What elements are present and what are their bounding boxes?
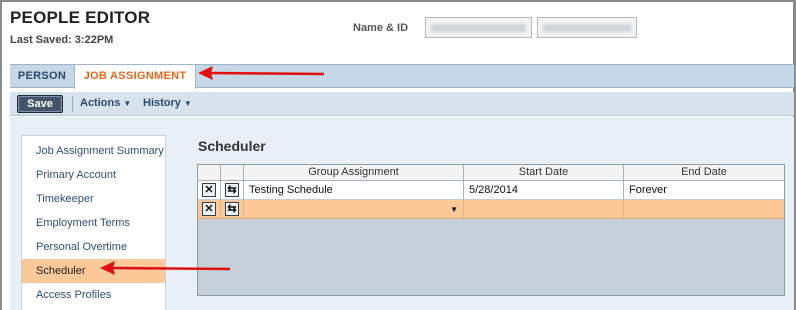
- sidebar-item-access-profiles[interactable]: Access Profiles: [22, 283, 165, 307]
- history-menu[interactable]: History ▼: [143, 97, 192, 109]
- tab-job-assignment[interactable]: JOB ASSIGNMENT: [74, 65, 196, 89]
- tab-bar: PERSON JOB ASSIGNMENT: [10, 64, 794, 89]
- tab-person[interactable]: PERSON: [10, 65, 74, 88]
- actions-menu[interactable]: Actions ▼: [80, 97, 131, 109]
- start-date-cell[interactable]: 5/28/2014: [464, 181, 624, 199]
- close-icon[interactable]: ✕: [202, 202, 216, 216]
- sidebar-item-primary-account[interactable]: Primary Account: [22, 163, 165, 187]
- edit-icon[interactable]: ⇆: [225, 183, 239, 197]
- column-header-end-date[interactable]: End Date: [624, 165, 784, 180]
- last-saved-status: Last Saved: 3:22PM: [10, 34, 114, 46]
- save-button[interactable]: Save: [17, 95, 63, 113]
- section-title: Scheduler: [198, 138, 266, 154]
- start-date-cell[interactable]: [464, 200, 624, 218]
- sidebar-item-personal-overtime[interactable]: Personal Overtime: [22, 235, 165, 259]
- table-row[interactable]: ✕ ⇆ Testing Schedule 5/28/2014 Forever: [198, 181, 784, 200]
- header-edit-col: [221, 165, 244, 180]
- edit-cell: ⇆: [221, 181, 244, 199]
- name-id-label: Name & ID: [353, 22, 409, 34]
- header-delete-col: [198, 165, 221, 180]
- page-title: PEOPLE EDITOR: [10, 8, 151, 27]
- sidebar-nav: Job Assignment Summary Primary Account T…: [21, 135, 166, 310]
- grid-header-row: Group Assignment Start Date End Date: [198, 165, 784, 181]
- person-name-field[interactable]: [425, 17, 532, 38]
- toolbar: Save Actions ▼ History ▼: [10, 92, 794, 116]
- end-date-cell[interactable]: Forever: [624, 181, 784, 199]
- sidebar-item-timekeeper[interactable]: Timekeeper: [22, 187, 165, 211]
- sidebar-item-job-assignment-summary[interactable]: Job Assignment Summary: [22, 139, 165, 163]
- annotation-arrow-scheduler: [100, 261, 231, 275]
- scheduler-grid: Group Assignment Start Date End Date ✕ ⇆…: [197, 164, 785, 296]
- edit-icon[interactable]: ⇆: [225, 202, 239, 216]
- close-icon[interactable]: ✕: [202, 183, 216, 197]
- edit-cell: ⇆: [221, 200, 244, 218]
- annotation-arrow-tab: [198, 66, 325, 80]
- column-header-group-assignment[interactable]: Group Assignment: [244, 165, 464, 180]
- toolbar-divider: [72, 96, 73, 112]
- group-assignment-cell[interactable]: Testing Schedule: [244, 181, 464, 199]
- end-date-cell[interactable]: [624, 200, 784, 218]
- sidebar-item-employment-terms[interactable]: Employment Terms: [22, 211, 165, 235]
- actions-menu-label: Actions: [80, 97, 121, 109]
- chevron-down-icon: ▼: [183, 99, 192, 108]
- person-id-field[interactable]: [537, 17, 637, 38]
- history-menu-label: History: [143, 97, 181, 109]
- chevron-down-icon: ▼: [123, 99, 132, 108]
- caret-down-icon[interactable]: ▼: [450, 200, 458, 218]
- delete-cell: ✕: [198, 181, 221, 199]
- delete-cell: ✕: [198, 200, 221, 218]
- group-assignment-select[interactable]: ▼: [244, 200, 464, 218]
- table-row[interactable]: ✕ ⇆ ▼: [198, 200, 784, 219]
- column-header-start-date[interactable]: Start Date: [464, 165, 624, 180]
